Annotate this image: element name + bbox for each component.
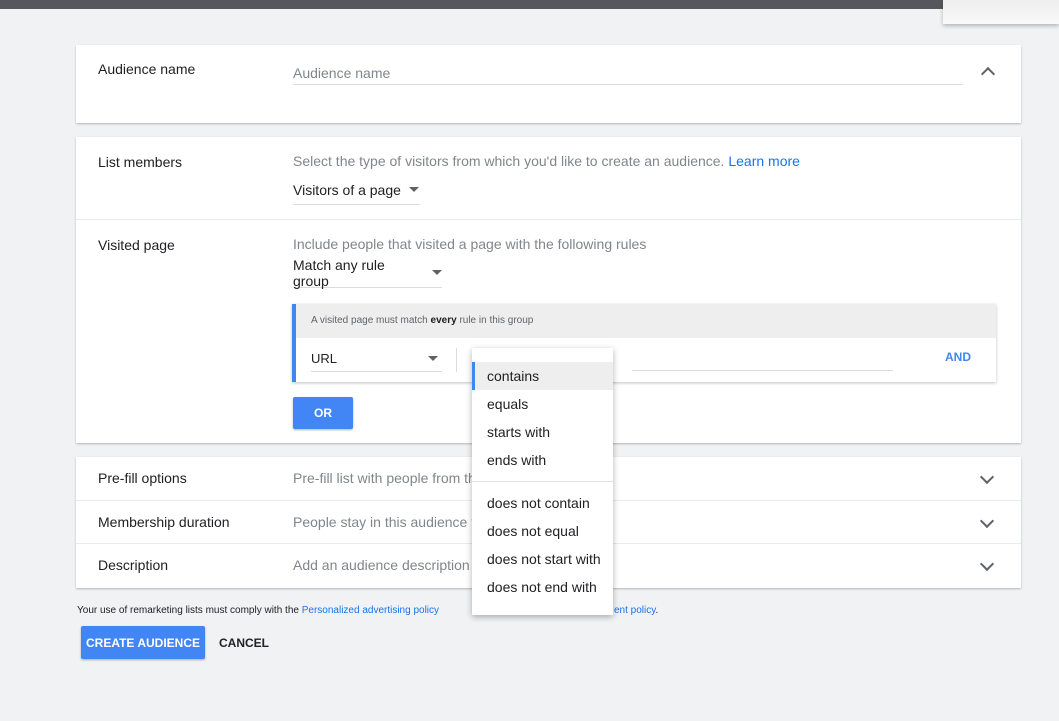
top-right-panel-edge [943, 0, 1059, 24]
dropdown-caret-icon [408, 187, 419, 192]
personalized-advertising-policy-link[interactable]: Personalized advertising policy [302, 605, 439, 616]
section-divider [76, 219, 1021, 220]
description-summary: Add an audience description ( [293, 557, 479, 573]
expand-chevron-down-icon[interactable] [979, 469, 995, 485]
operator-option-does-not-start-with[interactable]: does not start with [472, 545, 613, 573]
rule-field-value: URL [311, 351, 338, 366]
menu-divider [472, 481, 613, 482]
list-members-select[interactable]: Visitors of a page [293, 175, 420, 205]
description-label: Description [98, 557, 169, 573]
audience-name-input[interactable] [293, 61, 963, 85]
policy-notice-text: Your use of remarketing lists must compl… [77, 605, 299, 616]
dropdown-caret-icon [432, 270, 442, 275]
membership-duration-summary: People stay in this audience fo [293, 514, 483, 530]
create-audience-button[interactable]: CREATE AUDIENCE [81, 626, 205, 659]
operator-option-starts-with[interactable]: starts with [472, 418, 613, 446]
expand-chevron-down-icon[interactable] [979, 556, 995, 572]
rule-group-header: A visited page must match every rule in … [296, 304, 996, 338]
operator-option-ends-with[interactable]: ends with [472, 446, 613, 474]
rule-operator-select[interactable] [456, 348, 457, 372]
rule-group: A visited page must match every rule in … [292, 304, 996, 382]
and-button[interactable]: AND [945, 350, 971, 364]
membership-duration-label: Membership duration [98, 514, 230, 530]
dropdown-caret-icon [428, 356, 438, 361]
match-rule-select[interactable]: Match any rule group [293, 256, 442, 289]
policy-notice-period: . [655, 605, 659, 616]
operator-menu-negative-group: does not contain does not equal does not s… [472, 489, 613, 601]
rule-header-prefix: A visited page must match [311, 315, 428, 326]
policy-link-2[interactable]: ent policy [614, 605, 656, 616]
prefill-options-label: Pre-fill options [98, 470, 187, 486]
or-button[interactable]: OR [293, 397, 353, 429]
prefill-options-summary: Pre-fill list with people from th [293, 470, 476, 486]
top-app-bar [0, 0, 1059, 9]
policy-notice: Your use of remarketing lists must compl… [77, 605, 439, 616]
operator-menu-positive-group: contains equals starts with ends with [472, 362, 613, 474]
expand-chevron-down-icon[interactable] [979, 513, 995, 529]
list-members-description-text: Select the type of visitors from which y… [293, 153, 725, 169]
match-rule-select-value: Match any rule group [293, 256, 385, 289]
operator-option-does-not-end-with[interactable]: does not end with [472, 573, 613, 601]
rule-value-input[interactable] [632, 370, 893, 371]
list-members-select-value: Visitors of a page [293, 181, 401, 198]
list-members-label: List members [98, 154, 183, 170]
visited-page-label: Visited page [98, 237, 175, 253]
visited-page-description: Include people that visited a page with … [293, 236, 647, 252]
rule-header-emphasis: every [430, 315, 457, 326]
operator-option-does-not-equal[interactable]: does not equal [472, 517, 613, 545]
learn-more-link[interactable]: Learn more [728, 153, 800, 169]
operator-option-equals[interactable]: equals [472, 390, 613, 418]
operator-option-does-not-contain[interactable]: does not contain [472, 489, 613, 517]
policy-notice-tail: ent policy. [614, 605, 658, 616]
operator-option-contains[interactable]: contains [472, 362, 613, 390]
list-members-description: Select the type of visitors from which y… [293, 153, 800, 169]
audience-name-label: Audience name [98, 61, 196, 77]
cancel-button[interactable]: CANCEL [212, 626, 276, 659]
rule-header-suffix: rule in this group [459, 315, 534, 326]
collapse-chevron-up-icon[interactable] [980, 66, 996, 82]
operator-dropdown-menu: contains equals starts with ends with does … [472, 348, 613, 615]
audience-name-card: Audience name [76, 45, 1021, 123]
rule-field-select[interactable]: URL [311, 346, 442, 372]
